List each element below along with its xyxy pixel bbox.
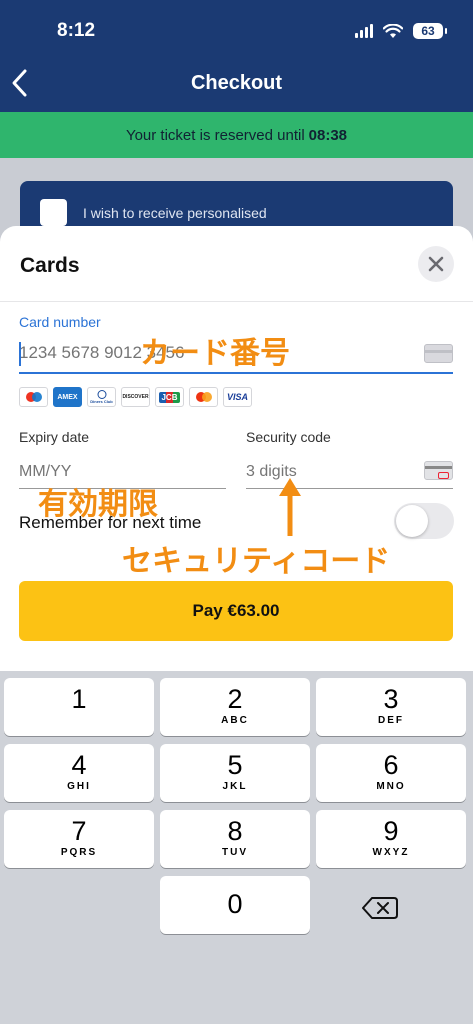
card-brands: AMEX Diners Club DISCOVER JCB VISA: [19, 387, 252, 407]
expiry-date-label: Expiry date: [19, 429, 90, 445]
annotation-expiry: 有効期限: [38, 487, 158, 522]
remember-toggle[interactable]: [394, 503, 454, 539]
key-5[interactable]: 5 JKL: [160, 744, 310, 802]
card-number-underline: [19, 372, 453, 374]
amex-icon: AMEX: [53, 387, 82, 407]
cards-sheet: Cards Card number AMEX Diners Club DISCO…: [0, 226, 473, 676]
key-6[interactable]: 6 MNO: [316, 744, 466, 802]
cvc-card-icon: [424, 461, 453, 480]
reservation-banner: Your ticket is reserved until 08:38: [0, 112, 473, 158]
key-4[interactable]: 4 GHI: [4, 744, 154, 802]
text-cursor: [19, 342, 21, 366]
pay-button[interactable]: Pay €63.00: [19, 581, 453, 641]
maestro-icon: [19, 387, 48, 407]
diners-label: Diners Club: [90, 399, 113, 404]
security-code-label: Security code: [246, 429, 331, 445]
page-title: Checkout: [190, 72, 283, 94]
diners-club-icon: Diners Club: [87, 387, 116, 407]
top-bar: 8:12 63 Checkout: [0, 0, 473, 112]
sheet-title: Cards: [20, 254, 80, 277]
credit-card-icon: [424, 344, 453, 363]
close-icon: [428, 256, 444, 272]
card-number-label: Card number: [19, 314, 101, 330]
toggle-knob: [396, 505, 428, 537]
reservation-time: 08:38: [308, 126, 348, 144]
status-time: 8:12: [57, 20, 96, 41]
key-3[interactable]: 3 DEF: [316, 678, 466, 736]
security-code-input[interactable]: [246, 458, 416, 486]
wifi-icon: [383, 23, 403, 38]
sheet-divider: [0, 301, 473, 302]
discover-icon: DISCOVER: [121, 387, 150, 407]
key-2[interactable]: 2 ABC: [160, 678, 310, 736]
backspace-icon[interactable]: [360, 893, 400, 923]
key-9[interactable]: 9 WXYZ: [316, 810, 466, 868]
key-7[interactable]: 7 PQRS: [4, 810, 154, 868]
jcb-label: JCB: [159, 391, 180, 403]
jcb-icon: JCB: [155, 387, 184, 407]
numeric-keypad: 1 2 ABC 3 DEF 4 GHI 5 JKL 6 MNO 7 PQRS 8…: [0, 671, 473, 1024]
key-0[interactable]: 0: [160, 876, 310, 934]
annotation-security-code: セキュリティコード: [122, 544, 391, 579]
key-1[interactable]: 1: [4, 678, 154, 736]
consent-text: I wish to receive personalised: [83, 205, 267, 221]
cellular-signal-icon: [355, 24, 373, 38]
annotation-arrow-icon: [279, 478, 301, 536]
consent-checkbox[interactable]: [40, 199, 67, 226]
visa-icon: VISA: [223, 387, 252, 407]
close-button[interactable]: [418, 246, 454, 282]
battery-icon: 63: [413, 23, 447, 39]
annotation-card-number: カード番号: [140, 336, 290, 371]
reservation-text: Your ticket is reserved until: [125, 126, 305, 144]
status-icons: 63: [355, 20, 447, 42]
mastercard-icon: [189, 387, 218, 407]
key-8[interactable]: 8 TUV: [160, 810, 310, 868]
